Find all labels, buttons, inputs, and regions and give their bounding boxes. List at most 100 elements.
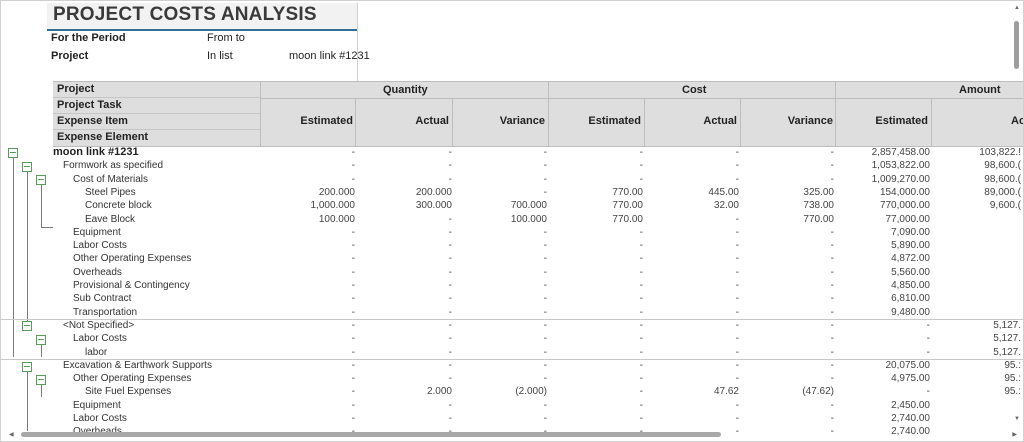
row-value: - <box>639 253 643 265</box>
row-value: 300.000 <box>415 200 452 212</box>
scroll-down-arrow-icon[interactable]: ▼ <box>1014 416 1020 422</box>
row-value: - <box>639 147 643 158</box>
table-row[interactable]: Equipment - - - - - - 2,450.00 <box>1 399 1023 412</box>
table-row[interactable]: Formwork as specified - - - - - -1,053,822.00 9… <box>1 159 1023 172</box>
row-value: - <box>735 359 739 371</box>
col-qty-variance[interactable]: Variance <box>453 115 545 127</box>
col-qty-actual[interactable]: Actual <box>356 115 449 127</box>
table-row[interactable]: Other Operating Expenses - - - - - - 4,872.00 <box>1 252 1023 265</box>
table-row[interactable]: Steel Pipes 200.000 200.000 - 770.00 445.00 32… <box>1 186 1023 199</box>
row-label: Labor Costs <box>73 333 127 345</box>
row-value: 2,857,458.00 <box>871 147 930 158</box>
row-value: - <box>926 333 930 345</box>
scroll-up-arrow-icon[interactable]: ▲ <box>1014 5 1020 11</box>
table-row[interactable]: Other Operating Expenses - - - - - -4,975.00 95… <box>1 372 1023 385</box>
row-value: - <box>639 319 643 331</box>
row-value: - <box>735 413 739 424</box>
row-label: Other Operating Expenses <box>73 253 192 265</box>
row-value: 5,560.00 <box>891 266 930 278</box>
row-value: - <box>830 160 834 172</box>
scroll-right-arrow-icon[interactable]: ▶ <box>1012 431 1017 438</box>
row-value: - <box>543 319 547 331</box>
table-row[interactable]: Excavation & Earthwork Supports - - - - - - 20,… <box>1 359 1023 372</box>
row-value: - <box>351 226 355 238</box>
row-value: - <box>351 373 355 385</box>
table-row[interactable]: Transportation - - - - - - 9,480.00 <box>1 306 1023 320</box>
table-row[interactable]: Equipment - - - - - - 7,090.00 <box>1 226 1023 239</box>
project-filter-value[interactable]: moon link #1231 <box>289 50 370 62</box>
row-value: - <box>639 266 643 278</box>
row-value: - <box>735 293 739 305</box>
row-value: - <box>543 359 547 371</box>
row-value: - <box>735 147 739 158</box>
col-cost-variance[interactable]: Variance <box>741 115 833 127</box>
table-row[interactable]: Labor Costs - - - - - - 5,890.00 <box>1 239 1023 252</box>
row-value: - <box>351 386 355 398</box>
row-value: - <box>830 293 834 305</box>
vertical-scroll-thumb[interactable] <box>1014 21 1019 69</box>
row-value: - <box>543 226 547 238</box>
row-value: - <box>735 266 739 278</box>
col-amount-estimated[interactable]: Estimated <box>836 115 928 127</box>
table-row[interactable]: Labor Costs - - - - - - 2,740.00 <box>1 412 1023 425</box>
table-row[interactable]: Sub Contract - - - - - - 6,810.00 <box>1 292 1023 305</box>
row-value: 1,009,270.00 <box>871 173 930 185</box>
row-value: 9,480.00 <box>891 306 930 318</box>
row-label: Other Operating Expenses <box>73 373 192 385</box>
period-value: From to <box>207 32 245 44</box>
row-value: - <box>448 173 452 185</box>
col-qty-estimated[interactable]: Estimated <box>261 115 353 127</box>
row-value: - <box>543 293 547 305</box>
row-value: - <box>830 346 834 358</box>
table-row[interactable]: labor - - - - - - -5,127. <box>1 346 1023 360</box>
row-value: - <box>351 306 355 318</box>
table-row[interactable]: Provisional & Contingency - - - - - - 4,850.00 <box>1 279 1023 292</box>
table-row[interactable]: Concrete block 1,000.000 300.000 700.000 770… <box>1 199 1023 212</box>
vertical-scrollbar[interactable]: ▲ ▼ <box>1012 3 1022 428</box>
table-row[interactable]: <Not Specified> - - - - - - -5,127. <box>1 319 1023 332</box>
report-title-box: PROJECT COSTS ANALYSIS <box>47 3 358 31</box>
row-value: - <box>543 346 547 358</box>
row-value: - <box>830 147 834 158</box>
row-value: 6,810.00 <box>891 293 930 305</box>
scroll-left-arrow-icon[interactable]: ◀ <box>9 431 14 438</box>
table-row[interactable]: Eave Block 100.000 - 100.000 770.00 - 770.00 77… <box>1 213 1023 226</box>
row-value: - <box>830 306 834 318</box>
row-label: <Not Specified> <box>63 319 135 331</box>
row-value: - <box>543 253 547 265</box>
row-value: - <box>448 319 452 331</box>
horizontal-scroll-thumb[interactable] <box>21 432 721 437</box>
row-value: - <box>351 160 355 172</box>
row-label: Excavation & Earthwork Supports <box>63 359 212 371</box>
row-value: - <box>639 226 643 238</box>
row-label: Overheads <box>73 266 122 278</box>
row-label: Eave Block <box>85 213 136 225</box>
row-value: - <box>543 266 547 278</box>
col-cost-actual[interactable]: Actual <box>645 115 737 127</box>
row-value: - <box>830 413 834 424</box>
table-row[interactable]: Site Fuel Expenses - 2.000 (2.000) - 47.62 (47… <box>1 385 1023 398</box>
table-row[interactable]: Cost of Materials - - - - - -1,009,270.00 98,60… <box>1 173 1023 186</box>
row-label: Sub Contract <box>73 293 132 305</box>
row-value: 47.62 <box>713 386 739 398</box>
row-value: - <box>543 373 547 385</box>
col-cost-estimated[interactable]: Estimated <box>549 115 641 127</box>
row-value: - <box>448 373 452 385</box>
row-value: - <box>735 306 739 318</box>
table-row[interactable]: Labor Costs - - - - - - -5,127. <box>1 332 1023 345</box>
row-value: - <box>735 160 739 172</box>
row-value: - <box>351 319 355 331</box>
row-value: - <box>830 173 834 185</box>
table-row[interactable]: moon link #1231- - - - - -2,857,458.00 103,822… <box>1 146 1023 159</box>
row-value: (2.000) <box>515 386 547 398</box>
row-value: - <box>830 359 834 371</box>
row-value: - <box>735 253 739 265</box>
row-value: - <box>735 373 739 385</box>
table-row[interactable]: Overheads - - - - - - 5,560.00 <box>1 266 1023 279</box>
row-value: - <box>639 280 643 291</box>
row-value: - <box>448 280 452 291</box>
horizontal-scrollbar[interactable]: ◀ ▶ <box>9 430 1017 438</box>
row-value: - <box>639 413 643 424</box>
row-value: - <box>926 386 930 398</box>
row-value: - <box>735 240 739 252</box>
